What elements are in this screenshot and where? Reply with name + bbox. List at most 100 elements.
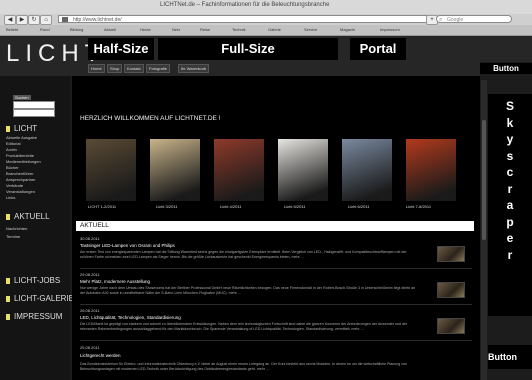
- search-label: Suchen: [13, 95, 31, 100]
- bookmark-item[interactable]: Reise: [200, 26, 210, 33]
- bookmark-item[interactable]: Galerie: [268, 26, 281, 33]
- sidebar-section-jobs[interactable]: LICHT-JOBS: [6, 276, 60, 285]
- skyscraper-letter: r: [507, 247, 513, 262]
- section-title: IMPRESSUM: [14, 312, 63, 321]
- thumbnail-caption[interactable]: Licht 5/2011: [284, 204, 306, 209]
- scrollbar-thumb[interactable]: [482, 120, 486, 240]
- subnav-warenkorb[interactable]: Ihr Warenkorb: [178, 64, 210, 73]
- window-titlebar: LICHTNet.de – Fachinformationen für die …: [0, 0, 532, 15]
- sidebar-section-impressum[interactable]: IMPRESSUM: [6, 312, 62, 321]
- sidebar-item[interactable]: Bücher: [6, 165, 19, 170]
- bullet-icon: [6, 213, 10, 220]
- news-title[interactable]: Lichtgerecht werden: [80, 353, 121, 358]
- welcome-heading: HERZLICH WILLKOMMEN AUF LICHTNET.DE !: [80, 115, 221, 122]
- news-date: 30.08.2011: [80, 236, 100, 241]
- issue-thumbnail[interactable]: [86, 139, 136, 201]
- thumbnail-caption[interactable]: LICHT 1-2/2011: [88, 204, 116, 209]
- news-text: Die LED/Markt ist geprägt von starkem un…: [80, 322, 408, 331]
- skyscraper-letter: y: [506, 132, 514, 146]
- skyscraper-letter: r: [507, 181, 513, 196]
- subnav-home[interactable]: Home: [88, 64, 105, 73]
- thumbnail-caption[interactable]: Licht 4/2011: [220, 204, 242, 209]
- subnav-kontakt[interactable]: Kontakt: [124, 64, 144, 73]
- favicon-icon: [62, 17, 68, 22]
- sidebar-item[interactable]: Verbände: [6, 183, 23, 188]
- sidebar-item[interactable]: Veranstaltungen: [6, 189, 35, 194]
- url-text: http://www.lichtnet.de/: [73, 17, 122, 23]
- news-date: 29.08.2011: [80, 272, 100, 277]
- skyscraper-ad[interactable]: Skyscraper: [488, 94, 532, 316]
- search-icon: ⌕: [439, 17, 443, 23]
- news-title[interactable]: LED, Lichtqualität, Technologien, Standa…: [80, 315, 181, 320]
- bookmark-item[interactable]: Service: [304, 26, 317, 33]
- full-size-banner[interactable]: Full-Size: [158, 38, 338, 60]
- bullet-icon: [6, 313, 10, 320]
- issue-thumbnail[interactable]: [278, 139, 328, 201]
- news-title[interactable]: Tastsinger LED-Lampen von Osram und Phil…: [80, 243, 175, 248]
- sidebar-item[interactable]: Links: [6, 195, 15, 200]
- bookmark-item[interactable]: Technik: [232, 26, 246, 33]
- bookmark-item[interactable]: Impressum: [380, 26, 400, 33]
- bullet-icon: [6, 295, 10, 302]
- sidebar-search-input[interactable]: [13, 101, 55, 109]
- skyscraper-label: Skyscraper: [488, 98, 532, 263]
- top-button-ad[interactable]: Button: [480, 63, 532, 74]
- sidebar-item[interactable]: Aktuelle Ausgabe: [6, 135, 37, 140]
- portal-banner[interactable]: Portal: [350, 38, 406, 60]
- sidebar-item[interactable]: Termine: [6, 234, 20, 239]
- divider: [80, 340, 472, 341]
- issue-thumbnail[interactable]: [214, 139, 264, 201]
- issue-thumbnail[interactable]: [150, 139, 200, 201]
- bookmark-item[interactable]: Bildung: [70, 26, 83, 33]
- reload-button[interactable]: ↻: [28, 15, 40, 25]
- issue-thumbnail[interactable]: [406, 139, 456, 201]
- news-thumbnail[interactable]: [437, 318, 465, 334]
- back-button[interactable]: ◀: [4, 15, 16, 25]
- bookmark-item[interactable]: Magazin: [340, 26, 355, 33]
- subnav-fotografie[interactable]: Fotografie: [146, 64, 171, 73]
- issue-thumbnail[interactable]: [342, 139, 392, 201]
- thumbnail-caption[interactable]: Licht 3/2011: [156, 204, 178, 209]
- bottom-button-ad[interactable]: Button: [488, 345, 532, 369]
- news-thumbnail[interactable]: [437, 282, 465, 298]
- subnav-shop[interactable]: Shop: [107, 64, 123, 73]
- sidebar-item[interactable]: Editorial: [6, 141, 20, 146]
- bookmark-item[interactable]: Aktuell: [104, 26, 116, 33]
- address-bar[interactable]: http://www.lichtnet.de/: [58, 15, 428, 23]
- bookmark-item[interactable]: Heute: [140, 26, 151, 33]
- skyscraper-letter: a: [506, 198, 514, 212]
- half-size-banner[interactable]: Half-Size: [88, 38, 154, 60]
- forward-button[interactable]: ▶: [16, 15, 28, 25]
- bookmark-item[interactable]: Beliebt: [6, 26, 18, 33]
- sidebar-section-galerie[interactable]: LICHT-GALERIE: [6, 294, 74, 303]
- news-date: 26.08.2011: [80, 308, 100, 313]
- news-thumbnail[interactable]: [437, 246, 465, 262]
- home-button[interactable]: ⌂: [40, 15, 52, 25]
- news-text: Nur wenige Jahre nach dem Umbau des Show…: [80, 286, 416, 295]
- sidebar-section-aktuell[interactable]: AKTUELL: [6, 212, 50, 221]
- sidebar-item[interactable]: Archiv: [6, 147, 17, 152]
- section-title: LICHT-GALERIE: [14, 294, 75, 303]
- skyscraper-letter: p: [506, 214, 514, 229]
- sidebar-item[interactable]: Produktberichte: [6, 153, 34, 158]
- thumbnail-caption[interactable]: Licht 7-8/2011: [406, 204, 431, 209]
- bookmark-item[interactable]: Netz: [172, 26, 180, 33]
- thumbnail-caption[interactable]: Licht 6/2011: [348, 204, 370, 209]
- bullet-icon: [6, 125, 10, 132]
- sidebar-item[interactable]: Ansprechpartner: [6, 177, 36, 182]
- skyscraper-letter: e: [506, 231, 514, 245]
- sidebar-section-licht[interactable]: LICHT: [6, 124, 37, 133]
- sidebar-item[interactable]: Nachrichten: [6, 226, 27, 231]
- section-title: LICHT-JOBS: [14, 276, 61, 285]
- section-title: AKTUELL: [14, 212, 50, 221]
- bookmark-item[interactable]: Rund: [40, 26, 50, 33]
- divider: [80, 268, 472, 269]
- sidebar-item[interactable]: Medienmitteilungen: [6, 159, 41, 164]
- bullet-icon: [6, 277, 10, 284]
- news-text: Das Bundesministerium für Elektro- und I…: [80, 362, 408, 371]
- sidebar-item[interactable]: Branchenführer: [6, 171, 34, 176]
- news-title[interactable]: Mehr Platz, modernere Ausstellung: [80, 279, 150, 284]
- sidebar-search-input-2[interactable]: [13, 109, 55, 117]
- search-input[interactable]: ⌕ Google: [436, 15, 512, 23]
- section-header-aktuell: AKTUELL: [76, 221, 474, 231]
